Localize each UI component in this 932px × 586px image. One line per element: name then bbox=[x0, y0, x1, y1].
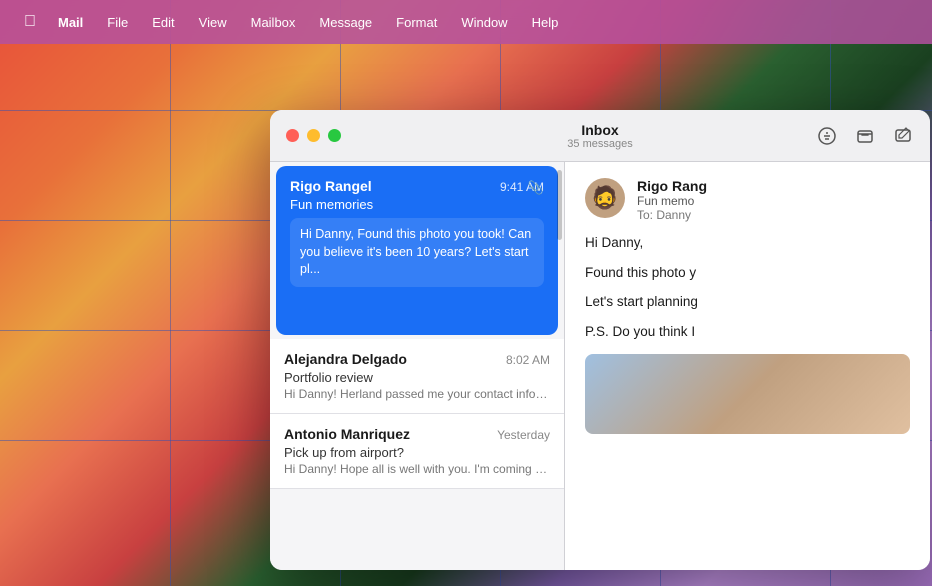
reading-sender-name: Rigo Rang bbox=[637, 178, 910, 194]
compose-icon[interactable] bbox=[892, 125, 914, 147]
window-subtitle: 35 messages bbox=[567, 138, 632, 150]
attachment-icon: 📎 bbox=[528, 180, 544, 196]
message-list-panel[interactable]: Rigo Rangel 9:41 AM Fun memories 📎 Hi Da… bbox=[270, 162, 565, 570]
menu-window[interactable]: Window bbox=[451, 11, 517, 34]
window-content: Rigo Rangel 9:41 AM Fun memories 📎 Hi Da… bbox=[270, 162, 930, 570]
close-button[interactable] bbox=[286, 129, 299, 142]
message-item-antonio[interactable]: Antonio Manriquez Yesterday Pick up from… bbox=[270, 414, 564, 489]
message-header-rigo: Rigo Rangel 9:41 AM bbox=[290, 178, 544, 194]
message-header-antonio: Antonio Manriquez Yesterday bbox=[284, 426, 550, 442]
menu-mailbox[interactable]: Mailbox bbox=[241, 11, 306, 34]
maximize-button[interactable] bbox=[328, 129, 341, 142]
menu-mail[interactable]: Mail bbox=[48, 11, 93, 34]
filter-icon[interactable] bbox=[816, 125, 838, 147]
menu-help[interactable]: Help bbox=[522, 11, 569, 34]
menu-message[interactable]: Message bbox=[309, 11, 382, 34]
reading-subject: Fun memo bbox=[637, 194, 910, 208]
sender-name-rigo: Rigo Rangel bbox=[290, 178, 372, 194]
reading-body: Hi Danny, Found this photo y Let's start… bbox=[585, 232, 910, 342]
reading-body-line-2: Found this photo y bbox=[585, 262, 910, 284]
message-item-alejandra[interactable]: Alejandra Delgado 8:02 AM Portfolio revi… bbox=[270, 339, 564, 414]
message-header-alejandra: Alejandra Delgado 8:02 AM bbox=[284, 351, 550, 367]
window-title: Inbox bbox=[567, 122, 632, 138]
archive-icon[interactable] bbox=[854, 125, 876, 147]
reading-sender-row: 🧔 Rigo Rang Fun memo To: Danny bbox=[585, 178, 910, 222]
reading-sender-info: Rigo Rang Fun memo To: Danny bbox=[637, 178, 910, 222]
avatar: 🧔 bbox=[585, 178, 625, 218]
reading-pane: 🧔 Rigo Rang Fun memo To: Danny Hi Danny,… bbox=[565, 162, 930, 570]
reading-body-line-4: P.S. Do you think I bbox=[585, 321, 910, 343]
reading-to: To: Danny bbox=[637, 208, 910, 222]
menubar:  Mail File Edit View Mailbox Message Fo… bbox=[0, 0, 932, 44]
preview-bubble: Hi Danny, Found this photo you took! Can… bbox=[290, 218, 544, 287]
traffic-lights bbox=[286, 129, 341, 142]
message-time-antonio: Yesterday bbox=[497, 428, 550, 442]
mail-window: Inbox 35 messages bbox=[270, 110, 930, 570]
scrollbar-thumb bbox=[557, 170, 562, 240]
message-time-alejandra: 8:02 AM bbox=[506, 353, 550, 367]
message-subject-rigo: Fun memories bbox=[290, 197, 544, 212]
message-subject-antonio: Pick up from airport? bbox=[284, 445, 550, 460]
message-item-rigo[interactable]: Rigo Rangel 9:41 AM Fun memories 📎 Hi Da… bbox=[276, 166, 558, 335]
menu-file[interactable]: File bbox=[97, 11, 138, 34]
menu-edit[interactable]: Edit bbox=[142, 11, 184, 34]
sender-name-antonio: Antonio Manriquez bbox=[284, 426, 410, 442]
preview-bubble-text: Hi Danny, Found this photo you took! Can… bbox=[300, 226, 534, 279]
reading-photo-placeholder bbox=[585, 354, 910, 434]
menu-format[interactable]: Format bbox=[386, 11, 447, 34]
message-preview-antonio: Hi Danny! Hope all is well with you. I'm… bbox=[284, 462, 550, 476]
menu-view[interactable]: View bbox=[189, 11, 237, 34]
sender-name-alejandra: Alejandra Delgado bbox=[284, 351, 407, 367]
minimize-button[interactable] bbox=[307, 129, 320, 142]
reading-body-line-1: Hi Danny, bbox=[585, 232, 910, 254]
message-subject-alejandra: Portfolio review bbox=[284, 370, 550, 385]
apple-menu[interactable]:  bbox=[16, 9, 44, 35]
window-title-area: Inbox 35 messages bbox=[567, 122, 632, 150]
message-preview-alejandra: Hi Danny! Herland passed me your contact… bbox=[284, 387, 550, 401]
reading-body-line-3: Let's start planning bbox=[585, 291, 910, 313]
window-titlebar: Inbox 35 messages bbox=[270, 110, 930, 162]
scrollbar-track[interactable] bbox=[557, 162, 562, 570]
titlebar-actions bbox=[816, 125, 914, 147]
